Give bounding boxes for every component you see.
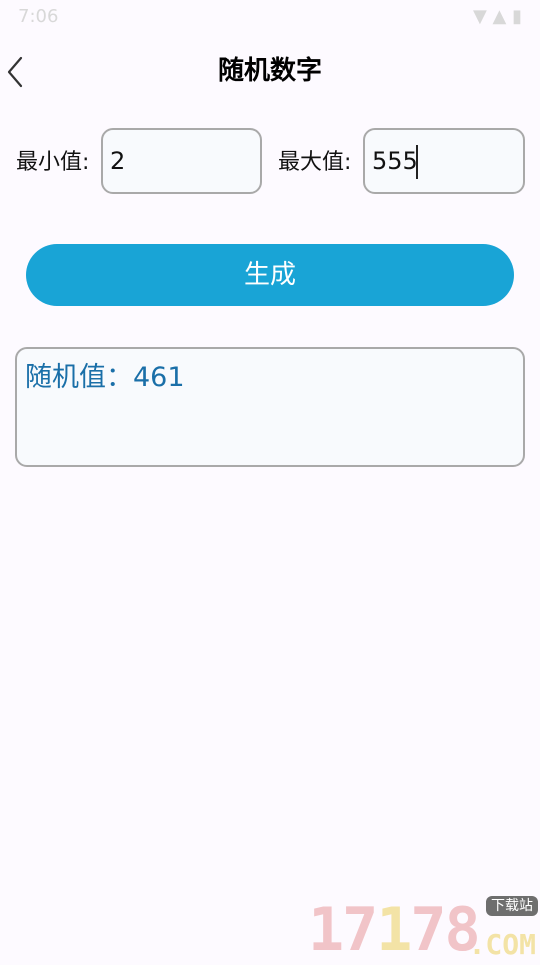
- result-box: 随机值：461: [15, 347, 525, 467]
- watermark-badge: 下载站: [486, 896, 538, 916]
- max-value-input[interactable]: [363, 128, 525, 194]
- generate-button[interactable]: 生成: [26, 244, 514, 306]
- text-caret: [416, 145, 418, 179]
- status-icons: ▼ ▲ ▮: [472, 6, 522, 27]
- status-bar: 7:06 ▼ ▲ ▮: [0, 0, 540, 36]
- site-watermark-logo: 17178 下载站 .COM: [308, 896, 538, 960]
- page-title: 随机数字: [217, 56, 322, 86]
- min-value-label: 最小值:: [16, 150, 90, 175]
- watermark-suffix: .COM: [468, 928, 536, 961]
- max-value-label: 最大值:: [278, 150, 352, 175]
- watermark-digits: 17178: [308, 900, 481, 960]
- watermark-digits-b: 1: [376, 895, 412, 965]
- status-time: 7:06: [18, 6, 59, 27]
- result-text: 随机值：461: [25, 362, 185, 393]
- watermark-digits-a: 17: [308, 895, 378, 965]
- min-value-input[interactable]: [101, 128, 262, 194]
- app-bar: 随机数字: [0, 36, 540, 108]
